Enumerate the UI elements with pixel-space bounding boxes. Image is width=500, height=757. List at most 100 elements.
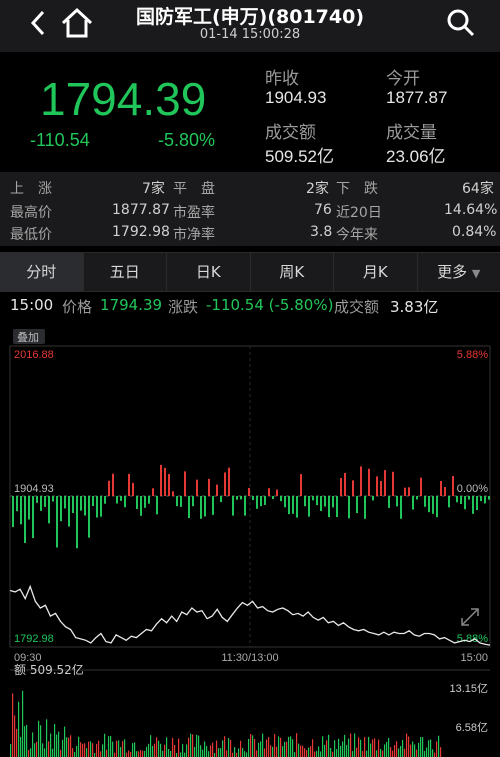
- quote-datetime: 01-14 15:00:28: [199, 27, 301, 42]
- sentiment-bar-up: [196, 479, 198, 496]
- volume-bar: [352, 751, 354, 757]
- y-left-top-label: 2016.88: [14, 349, 54, 361]
- volume-bar: [112, 741, 114, 757]
- volume-bar: [90, 741, 92, 757]
- volume-bar: [38, 720, 40, 757]
- volume-bar: [192, 734, 194, 757]
- overlay-button-label: 叠加: [17, 331, 39, 344]
- sentiment-bar-down: [412, 496, 414, 510]
- sentiment-bar-down: [356, 496, 358, 514]
- volume-bar: [122, 741, 124, 757]
- volume-bar: [310, 746, 312, 757]
- back-arrow-icon[interactable]: [26, 6, 50, 40]
- volume-bar: [120, 747, 122, 757]
- volume-bar: [368, 736, 370, 757]
- volume-bar: [200, 745, 202, 757]
- volume-bar: [342, 741, 344, 757]
- volume-bar: [102, 744, 104, 757]
- volume-bar: [94, 752, 96, 757]
- volume-bar: [116, 740, 118, 757]
- price-change-pct: -5.80%: [158, 130, 216, 150]
- volume-bar: [164, 744, 166, 757]
- search-icon[interactable]: [444, 6, 478, 40]
- volume-bar: [40, 725, 42, 757]
- volume-bar: [258, 742, 260, 757]
- tab-daily-k[interactable]: 日K: [167, 253, 251, 291]
- volume-bar: [134, 742, 136, 757]
- volume-bar: [338, 738, 340, 757]
- sentiment-bar-up: [276, 489, 278, 496]
- volume-bar: [334, 740, 336, 757]
- volume-bar: [360, 739, 362, 757]
- volume-bar: [436, 741, 438, 757]
- volume-bar: [282, 746, 284, 757]
- tab-monthly-k[interactable]: 月K: [334, 253, 418, 291]
- volume-bar: [272, 746, 274, 757]
- sentiment-bar-down: [144, 496, 146, 508]
- sentiment-bar-down: [388, 496, 390, 508]
- fall-count: 64家: [462, 181, 494, 197]
- expand-icon[interactable]: [461, 608, 479, 626]
- sentiment-bar-up: [224, 472, 226, 496]
- pe-label: 市盈率: [173, 205, 215, 221]
- sentiment-bar-down: [40, 496, 42, 511]
- volume-bar: [142, 750, 144, 757]
- sentiment-bar-down: [332, 496, 334, 508]
- volume-bar: [318, 746, 320, 757]
- sentiment-bar-up: [216, 484, 218, 496]
- sentiment-bar-down: [292, 496, 294, 514]
- sentiment-bar-up: [376, 476, 378, 496]
- sentiment-bar-down: [32, 496, 34, 539]
- tab-more[interactable]: 更多 ▼: [418, 253, 500, 291]
- sentiment-bar-up: [112, 473, 114, 496]
- volume-bar: [400, 745, 402, 757]
- volume-bar: [248, 738, 250, 757]
- volume-bar: [28, 749, 30, 757]
- volume-bar: [170, 750, 172, 757]
- tab-five-day[interactable]: 五日: [84, 253, 167, 291]
- tab-intraday[interactable]: 分时: [0, 253, 84, 291]
- volume-bar: [280, 737, 282, 757]
- sentiment-bar-up: [408, 487, 410, 496]
- volume-bar: [204, 741, 206, 757]
- sentiment-bar-down: [200, 496, 202, 519]
- sentiment-bar-down: [336, 496, 338, 517]
- tab-weekly-k[interactable]: 周K: [251, 253, 334, 291]
- volume-bar: [72, 748, 74, 757]
- volume-bar: [236, 752, 238, 757]
- volume-bar: [14, 715, 16, 757]
- prev-close-label: 昨收: [265, 69, 299, 89]
- sentiment-bar-up: [132, 482, 134, 496]
- home-icon[interactable]: [60, 6, 94, 40]
- sentiment-bar-up: [128, 473, 130, 496]
- low-value: 1792.98: [112, 224, 170, 240]
- volume-bar: [378, 739, 380, 757]
- volume-bar: [138, 751, 140, 757]
- sentiment-bar-up: [300, 474, 302, 496]
- volume-bar: [10, 744, 12, 757]
- sentiment-bar-up: [360, 466, 362, 496]
- volume-bar: [424, 751, 426, 757]
- volume-bar: [356, 747, 358, 757]
- pe-value: 76: [314, 202, 332, 218]
- volume-bar: [362, 751, 364, 757]
- volume-bar: [396, 741, 398, 757]
- info-time: 15:00: [10, 296, 54, 314]
- info-turnover-label: 成交额: [334, 298, 380, 316]
- sentiment-bar-up: [164, 467, 166, 496]
- volume-bar: [126, 752, 128, 757]
- volume-bar: [214, 752, 216, 757]
- sentiment-bar-down: [468, 496, 470, 500]
- title-bar: 国防军工(申万)(801740) 01-14 15:00:28: [0, 0, 500, 52]
- sentiment-bar-down: [116, 496, 118, 504]
- sentiment-bar-down: [272, 496, 274, 500]
- volume-bar: [418, 742, 420, 757]
- volume-bar: [172, 737, 174, 757]
- sentiment-bar-down: [480, 496, 482, 502]
- volume-bar: [260, 741, 262, 757]
- sentiment-bar-down: [140, 496, 142, 516]
- volume-bar: [86, 748, 88, 757]
- volume-bar: [34, 743, 36, 757]
- volume-bar: [168, 748, 170, 757]
- sentiment-bar-down: [124, 496, 126, 508]
